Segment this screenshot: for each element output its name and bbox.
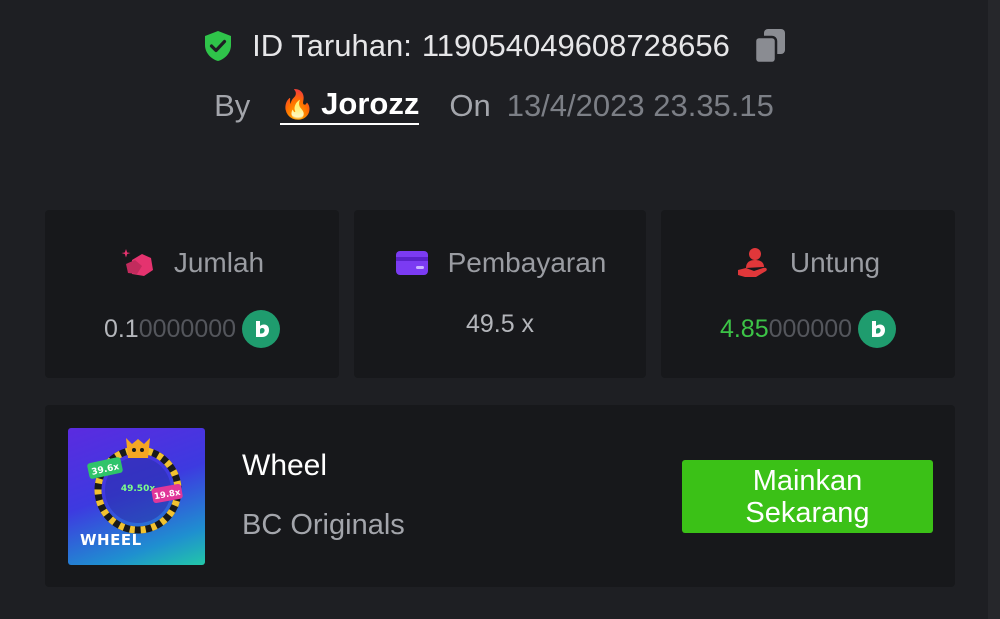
bc-coin-icon: [242, 310, 281, 348]
by-label: By: [214, 87, 251, 123]
fire-icon: 🔥: [280, 88, 316, 120]
author-row: By 🔥 Jorozz On 13/4/2023 23.35.15: [0, 86, 988, 125]
hand-person-icon: [736, 246, 772, 280]
amount-value: 0.1: [103, 314, 139, 343]
user-link[interactable]: 🔥 Jorozz: [280, 86, 420, 125]
thumb-multiplier-2: 49.50x: [121, 484, 155, 494]
bet-id-value: 119054049608728656: [421, 28, 730, 63]
game-card: 39.6x 49.50x 19.8x WHEEL Wheel BC Origin…: [45, 405, 955, 587]
profit-value: 4.85: [719, 314, 769, 343]
payout-card: Pembayaran 49.5 x: [354, 210, 646, 378]
game-thumbnail[interactable]: 39.6x 49.50x 19.8x WHEEL: [68, 428, 205, 565]
payout-value: 49.5 x: [465, 310, 535, 338]
shield-check-icon: [200, 28, 236, 64]
username: Jorozz: [321, 86, 420, 121]
amount-card: Jumlah 0.1 0000000: [45, 210, 339, 378]
play-now-button[interactable]: Mainkan Sekarang: [682, 460, 933, 533]
bc-coin-icon: [858, 310, 897, 348]
thumb-logo-text: WHEEL: [80, 531, 142, 549]
money-bag-icon: [120, 246, 156, 280]
payout-label: Pembayaran: [447, 247, 607, 278]
game-title[interactable]: Wheel: [242, 449, 327, 483]
amount-label: Jumlah: [173, 247, 265, 278]
on-label: On: [449, 87, 491, 123]
game-provider: BC Originals: [242, 509, 405, 541]
profit-value-zeros: 000000: [768, 314, 853, 343]
card-icon: [394, 246, 430, 280]
copy-icon[interactable]: [752, 26, 788, 66]
bet-id-row: ID Taruhan: 119054049608728656: [0, 26, 988, 66]
profit-card: Untung 4.85 000000: [661, 210, 955, 378]
bet-id-label: ID Taruhan:: [252, 28, 412, 63]
bet-datetime: 13/4/2023 23.35.15: [506, 87, 774, 123]
profit-label: Untung: [789, 247, 881, 278]
scrollbar-track: [988, 0, 1000, 619]
amount-value-zeros: 0000000: [138, 314, 237, 343]
